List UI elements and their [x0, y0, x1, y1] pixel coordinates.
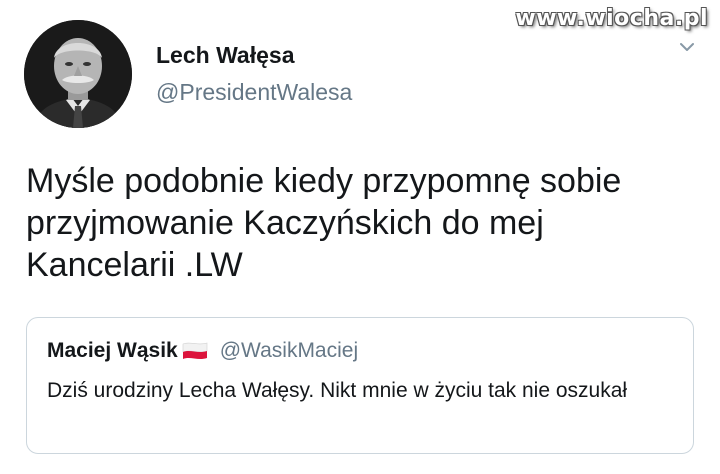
quoted-tweet-header: Maciej Wąsik @WasikMaciej [47, 339, 358, 363]
author-handle[interactable]: @PresidentWalesa [156, 79, 352, 106]
avatar[interactable] [24, 20, 132, 128]
quoted-author-handle: @WasikMaciej [219, 339, 359, 362]
quoted-tweet-text: Dziś urodziny Lecha Wałęsy. Nikt mnie w … [47, 379, 628, 402]
poland-flag-icon [180, 340, 210, 362]
tweet-text: Myśle podobnie kiedy przypomnę sobie prz… [26, 162, 622, 284]
chevron-down-icon[interactable] [680, 40, 694, 54]
quoted-tweet-card[interactable]: Maciej Wąsik @WasikMaciej Dziś urodziny … [26, 317, 694, 454]
author-name[interactable]: Lech Wałęsa [156, 42, 294, 69]
watermark: www.wiocha.pl [515, 6, 708, 31]
quoted-author-name: Maciej Wąsik [47, 339, 178, 362]
